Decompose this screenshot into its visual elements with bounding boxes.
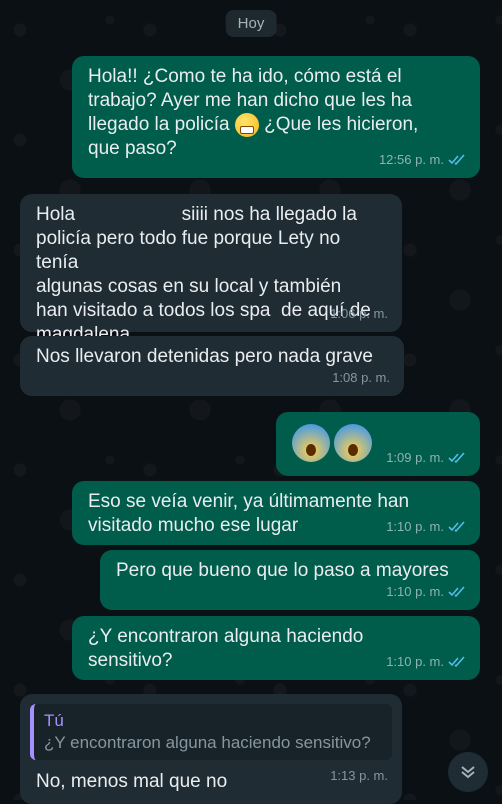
message-bubble-outgoing[interactable]: ¿Y encontraron alguna haciendo sensitivo…	[72, 616, 480, 680]
chevron-double-down-icon	[461, 766, 475, 779]
message-bubble-incoming[interactable]: Hola siiii nos ha llegado la policía per…	[20, 194, 402, 345]
screaming-face-icon	[292, 424, 330, 462]
quoted-message[interactable]: Tú ¿Y encontraron alguna haciendo sensit…	[30, 704, 392, 760]
message-meta: 1:10 p. m.	[386, 515, 466, 539]
double-check-icon	[448, 521, 465, 533]
message-time: 1:13 p. m.	[330, 768, 388, 783]
message-time: 1:10 p. m.	[386, 519, 444, 534]
double-check-icon	[448, 452, 465, 464]
message-meta: 1:08 p. m.	[332, 366, 390, 390]
message-time: 1:08 p. m.	[332, 370, 390, 385]
message-bubble-incoming[interactable]: Tú ¿Y encontraron alguna haciendo sensit…	[20, 694, 402, 804]
message-meta: 1:10 p. m.	[386, 580, 466, 604]
double-check-icon	[448, 154, 465, 166]
quoted-text: ¿Y encontraron alguna haciendo sensitivo…	[44, 733, 371, 752]
message-meta: 1:10 p. m.	[386, 650, 466, 674]
double-check-icon	[448, 656, 465, 668]
message-meta: 1:13 p. m.	[330, 764, 388, 788]
message-bubble-outgoing[interactable]: Pero que bueno que lo paso a mayores 1:1…	[100, 550, 480, 610]
message-meta: 12:56 p. m.	[379, 148, 466, 172]
scroll-to-bottom-button[interactable]	[448, 752, 488, 792]
screaming-face-icon	[334, 424, 372, 462]
message-bubble-outgoing[interactable]: Eso se veía venir, ya últimamente han vi…	[72, 481, 480, 545]
grimacing-face-icon	[234, 113, 259, 137]
redacted-name	[80, 204, 177, 225]
double-check-icon	[448, 586, 465, 598]
message-bubble-outgoing[interactable]: 1:09 p. m.	[276, 412, 480, 476]
quoted-author: Tú	[44, 711, 64, 730]
message-time: 1:10 p. m.	[386, 584, 444, 599]
message-meta: 1:09 p. m.	[386, 446, 466, 470]
message-time: 1:09 p. m.	[386, 450, 444, 465]
message-time: 1:10 p. m.	[386, 654, 444, 669]
message-bubble-incoming[interactable]: Nos llevaron detenidas pero nada grave 1…	[20, 336, 404, 396]
message-meta: 1:06 p. m.	[330, 302, 388, 326]
message-text: Hola!! ¿Como te ha ido, cómo está el tra…	[88, 66, 419, 160]
message-bubble-outgoing[interactable]: Hola!! ¿Como te ha ido, cómo está el tra…	[72, 56, 480, 178]
message-time: 1:06 p. m.	[330, 306, 388, 321]
date-chip: Hoy	[225, 10, 277, 37]
message-time: 12:56 p. m.	[378, 152, 444, 167]
